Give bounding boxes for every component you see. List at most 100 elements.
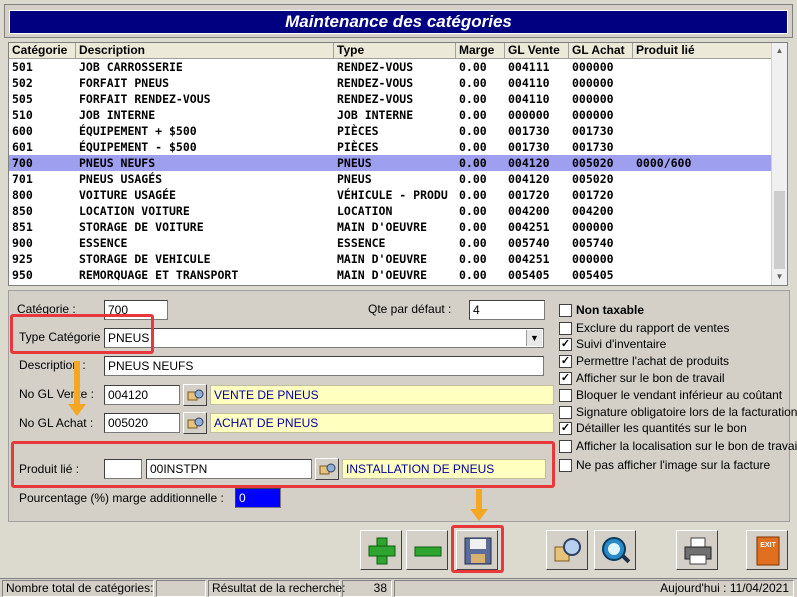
option-checkbox[interactable] — [559, 389, 572, 402]
table-cell: 0.00 — [459, 172, 487, 186]
option-checkbox[interactable] — [559, 440, 572, 453]
gl-vente-field[interactable]: 004120 — [104, 385, 180, 405]
table-cell — [633, 203, 773, 219]
print-button[interactable] — [676, 530, 718, 570]
option-checkbox[interactable] — [559, 304, 572, 317]
option-label[interactable]: Exclure du rapport de ventes — [576, 321, 729, 335]
option-checkbox[interactable]: ✓ — [559, 372, 572, 385]
lookup-button[interactable] — [546, 530, 588, 570]
gl-achat-label: No GL Achat : — [19, 416, 94, 430]
table-cell: RENDEZ-VOUS — [337, 92, 414, 106]
option-label[interactable]: Permettre l'achat de produits — [576, 354, 729, 368]
qte-field[interactable]: 4 — [469, 300, 545, 320]
printer-icon — [684, 537, 712, 565]
table-row[interactable]: 701 PNEUS USAGÉS PNEUS 0.00 004120 005020 — [9, 171, 773, 187]
gl-achat-description: ACHAT DE PNEUS — [210, 413, 554, 433]
table-cell: 601 — [12, 140, 33, 154]
description-field[interactable]: PNEUS NEUFS — [104, 356, 544, 376]
chevron-down-icon[interactable]: ▼ — [526, 330, 542, 346]
table-row[interactable]: 601 ÉQUIPEMENT - $500 PIÈCES 0.00 001730 0017… — [9, 139, 773, 155]
gl-vente-lookup-button[interactable] — [183, 384, 207, 406]
table-cell: STORAGE DE VEHICULE — [79, 252, 211, 266]
grid-scrollbar[interactable]: ▲ ▼ — [771, 43, 787, 285]
table-row[interactable]: 900 ESSENCE ESSENCE 0.00 005740 005740 — [9, 235, 773, 251]
gl-vente-description: VENTE DE PNEUS — [210, 385, 554, 405]
option-checkbox[interactable]: ✓ — [559, 338, 572, 351]
lookup-icon — [187, 417, 204, 429]
option-label[interactable]: Afficher sur le bon de travail — [576, 371, 725, 385]
col-header-description[interactable]: Description — [76, 43, 334, 59]
total-value — [156, 580, 206, 597]
table-row[interactable]: 800 VOITURE USAGÉE VÉHICULE - PRODU 0.00 001… — [9, 187, 773, 203]
col-header-categorie[interactable]: Catégorie — [9, 43, 76, 59]
table-row[interactable]: 502 FORFAIT PNEUS RENDEZ-VOUS 0.00 004110 000… — [9, 75, 773, 91]
gl-vente-label: No GL Vente : — [19, 387, 94, 401]
option-label[interactable]: Suivi d'inventaire — [576, 337, 666, 351]
table-row[interactable]: 925 STORAGE DE VEHICULE MAIN D'OEUVRE 0.00 0… — [9, 251, 773, 267]
table-cell: 0.00 — [459, 188, 487, 202]
table-cell: FORFAIT RENDEZ-VOUS — [79, 92, 211, 106]
scroll-down-icon[interactable]: ▼ — [772, 269, 787, 285]
pourcentage-field[interactable]: 0 — [235, 488, 281, 508]
table-cell: 0000/600 — [636, 156, 692, 170]
option-label[interactable]: Détailler les quantités sur le bon — [576, 421, 747, 435]
grid-header: Catégorie Description Type Marge GL Vent… — [9, 43, 773, 59]
gl-achat-lookup-button[interactable] — [183, 412, 207, 434]
table-cell — [633, 171, 773, 187]
add-button[interactable] — [360, 530, 402, 570]
option-checkbox[interactable] — [559, 406, 572, 419]
table-row[interactable]: 501 JOB CARROSSERIE RENDEZ-VOUS 0.00 004111 0… — [9, 59, 773, 75]
search-button[interactable] — [594, 530, 636, 570]
arrow-shaft-1 — [74, 361, 80, 406]
option-checkbox[interactable] — [559, 459, 572, 472]
type-select[interactable]: PNEUS ▼ — [104, 328, 544, 348]
col-header-type[interactable]: Type — [334, 43, 456, 59]
option-label[interactable]: Afficher la localisation sur le bon de t… — [576, 439, 797, 453]
table-cell: 000000 — [572, 220, 614, 234]
option-checkbox[interactable]: ✓ — [559, 355, 572, 368]
table-row[interactable]: 510 JOB INTERNE JOB INTERNE 0.00 000000 00000… — [9, 107, 773, 123]
table-cell: 950 — [12, 268, 33, 282]
exit-button[interactable]: EXIT — [746, 530, 788, 570]
categories-grid[interactable]: Catégorie Description Type Marge GL Vent… — [8, 42, 788, 286]
table-row[interactable]: 600 ÉQUIPEMENT + $500 PIÈCES 0.00 001730 0017… — [9, 123, 773, 139]
minus-icon — [414, 546, 442, 557]
table-cell: MAIN D'OEUVRE — [337, 252, 428, 266]
table-row[interactable]: 700 PNEUS NEUFS PNEUS 0.00 004120 005020 0000/… — [9, 155, 773, 171]
scroll-up-icon[interactable]: ▲ — [772, 43, 787, 59]
table-cell: LOCATION — [337, 204, 393, 218]
table-cell: 925 — [12, 252, 33, 266]
remove-button[interactable] — [406, 530, 448, 570]
table-row[interactable]: 850 LOCATION VOITURE LOCATION 0.00 004200 004… — [9, 203, 773, 219]
col-header-gl-achat[interactable]: GL Achat — [569, 43, 633, 59]
status-bar: Nombre total de catégories: Résultat de … — [0, 578, 797, 597]
table-cell: 700 — [12, 156, 33, 170]
save-button[interactable] — [456, 530, 498, 570]
exit-label: EXIT — [760, 542, 776, 549]
table-cell: 0.00 — [459, 156, 487, 170]
table-cell: 001720 — [508, 188, 550, 202]
col-header-produit-lie[interactable]: Produit lié — [633, 43, 773, 59]
col-header-gl-vente[interactable]: GL Vente — [505, 43, 569, 59]
col-header-marge[interactable]: Marge — [456, 43, 505, 59]
table-cell: ÉQUIPEMENT - $500 — [79, 140, 197, 154]
table-cell: 0.00 — [459, 220, 487, 234]
table-cell: 000000 — [572, 60, 614, 74]
option-label[interactable]: Ne pas afficher l'image sur la facture — [576, 458, 770, 472]
table-cell: PIÈCES — [337, 124, 379, 138]
option-label[interactable]: Bloquer le vendant inférieur au coûtant — [576, 388, 782, 402]
option-label[interactable]: Non taxable — [576, 303, 644, 317]
table-cell: 502 — [12, 76, 33, 90]
table-cell: 004120 — [508, 172, 550, 186]
table-cell: 001720 — [572, 188, 614, 202]
option-label[interactable]: Signature obligatoire lors de la factura… — [576, 405, 797, 419]
table-cell: 000000 — [572, 108, 614, 122]
table-cell: 000000 — [572, 252, 614, 266]
table-row[interactable]: 505 FORFAIT RENDEZ-VOUS RENDEZ-VOUS 0.00 004… — [9, 91, 773, 107]
highlight-type-categorie — [10, 314, 154, 354]
table-row[interactable]: 851 STORAGE DE VOITURE MAIN D'OEUVRE 0.00 00… — [9, 219, 773, 235]
option-checkbox[interactable] — [559, 322, 572, 335]
table-row[interactable]: 950 REMORQUAGE ET TRANSPORT MAIN D'OEUVRE 0… — [9, 267, 773, 283]
option-checkbox[interactable]: ✓ — [559, 422, 572, 435]
gl-achat-field[interactable]: 005020 — [104, 413, 180, 433]
